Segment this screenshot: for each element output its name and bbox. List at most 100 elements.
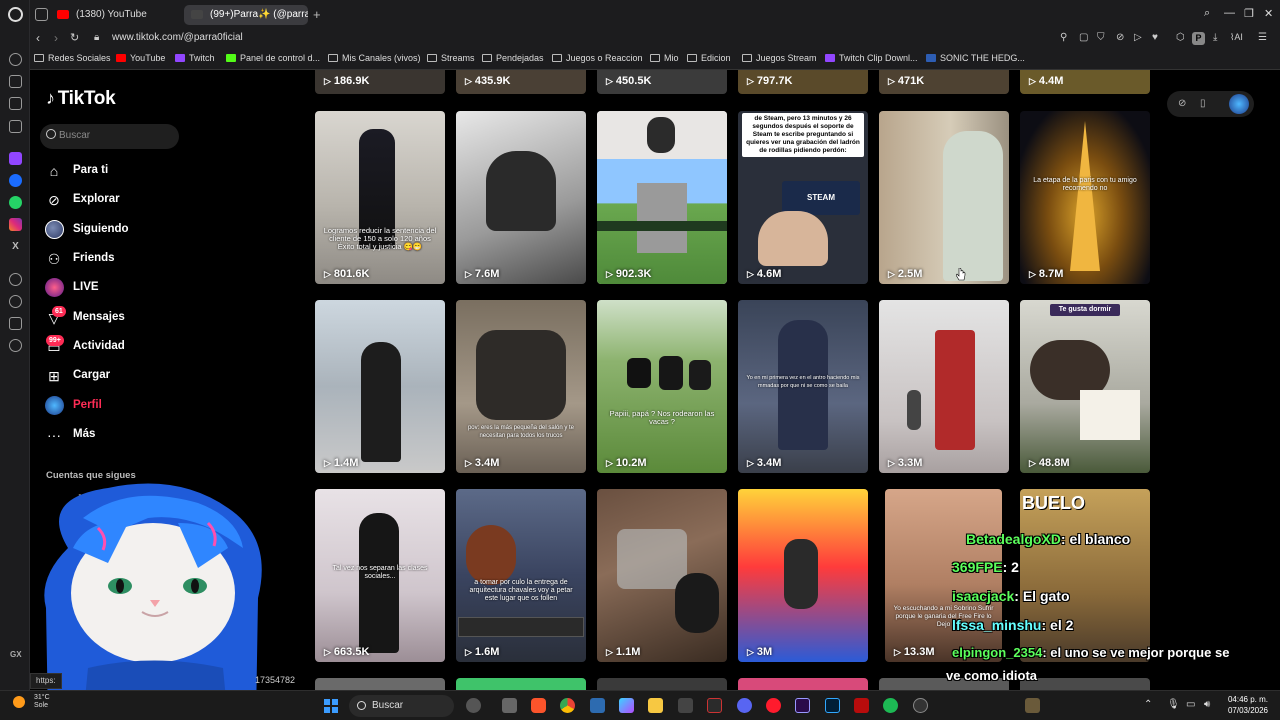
workspace-icon[interactable] — [9, 75, 22, 88]
video-thumb[interactable]: ▷ 1.1M — [597, 489, 727, 662]
video-thumb[interactable]: Tal vez nos separan las clases sociales.… — [315, 489, 445, 662]
forward-button[interactable]: › — [54, 31, 58, 45]
ai-icon[interactable]: ⌇AI — [1230, 32, 1243, 43]
video-thumb[interactable]: ▷ 7.6M — [456, 111, 586, 284]
video-thumb[interactable]: ▷ 471K — [879, 70, 1009, 94]
search-input[interactable]: Buscar — [40, 124, 179, 149]
bookmark-twitch[interactable]: Twitch — [175, 53, 215, 63]
nav-explorar[interactable]: ⊘ Explorar — [44, 190, 204, 214]
player-icon[interactable] — [9, 273, 22, 286]
game-icon[interactable] — [854, 698, 869, 713]
messenger-icon[interactable] — [9, 174, 22, 187]
back-button[interactable]: ‹ — [36, 31, 40, 45]
taskbar-app-icon[interactable] — [466, 698, 481, 713]
video-thumb[interactable]: ▷ 3.3M — [879, 300, 1009, 473]
bookmark-folder[interactable]: Mio — [650, 53, 679, 63]
video-thumb[interactable]: ▷ 3M — [738, 489, 868, 662]
nav-friends[interactable]: ⚇ Friends — [44, 249, 204, 273]
network-icon[interactable]: ▭ — [1186, 699, 1195, 710]
extensions-icon[interactable] — [9, 317, 22, 330]
bookmark-twitch-clip[interactable]: Twitch Clip Downl... — [825, 53, 918, 63]
bookmark-folder[interactable]: Redes Sociales — [34, 53, 111, 63]
bookmark-folder[interactable]: Mis Canales (vivos) — [328, 53, 421, 63]
nav-cargar[interactable]: ⊞ Cargar — [44, 366, 204, 390]
nav-live[interactable]: LIVE — [44, 278, 204, 302]
nav-mas[interactable]: ··· Más — [44, 425, 204, 449]
pinboard-icon[interactable] — [9, 97, 22, 110]
download-icon[interactable]: ⤓ — [1213, 32, 1217, 43]
maximize-button[interactable]: ❐ — [1244, 7, 1254, 20]
discover-icon[interactable]: ⊘ — [1178, 98, 1186, 109]
windows-start-icon[interactable] — [324, 699, 338, 713]
video-thumb[interactable] — [738, 678, 868, 690]
video-thumb[interactable]: Yo escuchando a mi Sobrino Sufrir porque… — [885, 489, 1002, 662]
volume-icon[interactable]: 🔊︎ — [1204, 699, 1210, 710]
file-explorer-icon[interactable] — [648, 698, 663, 713]
copilot-icon[interactable] — [619, 698, 634, 713]
bookmark-folder[interactable]: Pendejadas — [482, 53, 544, 63]
taskbar-app-icon[interactable] — [1025, 698, 1040, 713]
tab-youtube[interactable]: (1380) YouTube — [50, 5, 182, 25]
nav-perfil[interactable]: Perfil — [44, 396, 204, 420]
nav-siguiendo[interactable]: Siguiendo — [44, 220, 204, 244]
whatsapp-icon[interactable] — [9, 196, 22, 209]
taskbar-clock[interactable]: 04:46 p. m. 07/03/2026 — [1228, 694, 1268, 716]
bookmark-folder[interactable]: Juegos Stream — [742, 53, 817, 63]
bookmark-folder[interactable]: Streams — [427, 53, 475, 63]
player-extension-icon[interactable]: ▷ — [1134, 32, 1142, 43]
video-thumb[interactable]: pov: eres la más pequeña del salón y te … — [456, 300, 586, 473]
twitch-icon[interactable] — [9, 152, 22, 165]
search-tabs-icon[interactable]: ⌕ — [1204, 7, 1210, 20]
video-thumb[interactable]: a tomar por culo la entrega de arquitect… — [456, 489, 586, 662]
menu-icon[interactable]: ☰ — [1258, 32, 1267, 43]
bookmark-sonic[interactable]: SONIC THE HEDG... — [926, 53, 1025, 63]
vegas-icon[interactable] — [590, 698, 605, 713]
video-thumb[interactable]: Papiii, papá ? Nos rodearon las vacas ? … — [597, 300, 727, 473]
spotify-icon[interactable] — [883, 698, 898, 713]
extensions-puzzle-icon[interactable]: ⬡ — [1176, 32, 1185, 43]
nav-para-ti[interactable]: ⌂ Para ti — [44, 161, 204, 185]
opera-gx-icon[interactable] — [766, 698, 781, 713]
video-thumb[interactable]: ▷ 1.4M — [315, 300, 445, 473]
minimize-button[interactable]: — — [1224, 7, 1235, 19]
video-thumb[interactable]: de Steam, pero 13 minutos y 26 segundos … — [738, 111, 868, 284]
video-thumb[interactable]: ▷ 797.7K — [738, 70, 868, 94]
chrome-icon[interactable] — [560, 698, 575, 713]
tab-tiktok[interactable]: (99+)Parra✨ (@parra0fic — [184, 5, 308, 25]
new-tab-button[interactable]: + — [313, 5, 321, 25]
weather-sun-icon[interactable] — [13, 696, 25, 708]
discord-icon[interactable] — [737, 698, 752, 713]
weather-widget[interactable]: 31°C Sole — [34, 694, 50, 710]
video-thumb[interactable]: ▷ 450.5K — [597, 70, 727, 94]
settings-icon[interactable] — [9, 339, 22, 352]
microphone-icon[interactable]: 🎙︎ — [1167, 699, 1180, 710]
video-thumb[interactable] — [315, 678, 445, 690]
url-field[interactable]: www.tiktok.com/@parra0ficial — [112, 32, 243, 43]
nav-mensajes[interactable]: ▽ 61 Mensajes — [44, 306, 204, 332]
opera-logo-icon[interactable] — [8, 7, 23, 22]
video-thumb[interactable]: ▷ 4.4M — [1020, 70, 1150, 94]
favorite-heart-icon[interactable]: ♥ — [1152, 32, 1158, 43]
reload-button[interactable]: ↻ — [70, 31, 79, 44]
video-thumb[interactable] — [456, 678, 586, 690]
app-icon[interactable] — [707, 698, 722, 713]
video-thumb[interactable] — [597, 678, 727, 690]
video-thumb[interactable]: ▷ 186.9K — [315, 70, 445, 94]
video-thumb[interactable]: Te gusta dormir ▷ 48.8M — [1020, 300, 1150, 473]
bookmark-folder[interactable]: Edicion — [687, 53, 731, 63]
premiere-icon[interactable] — [795, 698, 810, 713]
aria-icon[interactable] — [9, 120, 22, 133]
taskbar-search-input[interactable]: Buscar — [349, 695, 454, 717]
brave-icon[interactable] — [531, 698, 546, 713]
tray-chevron-icon[interactable]: ⌃ — [1144, 699, 1152, 710]
x-icon[interactable]: X — [9, 240, 22, 253]
profile-avatar-icon[interactable] — [1229, 94, 1249, 114]
video-thumb[interactable]: Logramos reducir la sentencia del client… — [315, 111, 445, 284]
bookmark-kick[interactable]: Panel de control d... — [226, 53, 320, 63]
video-thumb[interactable]: La etapa de la paris con tu amigo recome… — [1020, 111, 1150, 284]
snapshot-icon[interactable]: ▢ — [1079, 32, 1088, 43]
video-thumb[interactable]: BUELO — [1020, 489, 1150, 662]
close-window-button[interactable]: ✕ — [1264, 7, 1273, 20]
store-icon[interactable] — [678, 698, 693, 713]
bookmark-folder[interactable]: Juegos o Reaccion — [552, 53, 643, 63]
